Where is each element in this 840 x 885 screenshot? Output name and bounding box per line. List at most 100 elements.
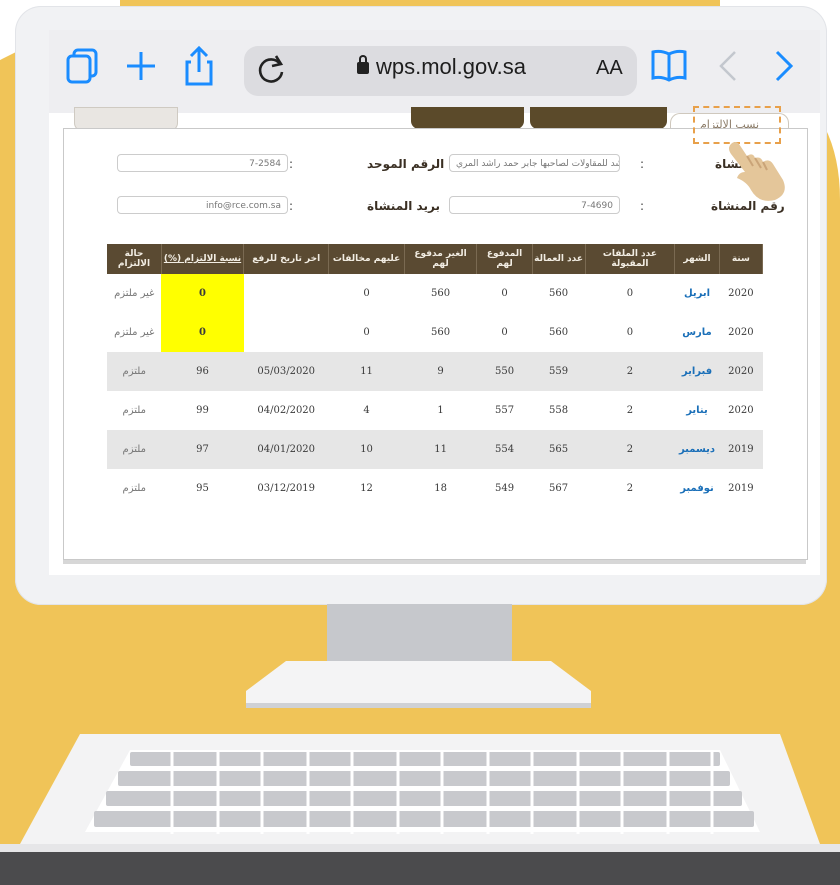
unified-number-field[interactable]: 7-2584 [117,154,288,172]
col-violations: عليهم مخالفات [328,244,405,274]
cell-ratio: 97 [161,430,244,469]
cell-files: 2 [585,352,675,391]
cell-files: 2 [585,391,675,430]
cell-month-link[interactable]: ديسمبر [674,430,720,469]
colon: : [640,199,645,213]
table-row: 2019 ديسمبر 2 565 554 11 10 04/01/2020 9… [107,430,763,469]
cell-violations: 12 [328,469,405,508]
col-accepted-files: عدد الملفات المقبولة [585,244,676,274]
cell-paid: 554 [476,430,533,469]
email-label: بريد المنشاة [367,199,440,213]
establishment-number-field[interactable]: 7-4690 [449,196,620,214]
compliance-table: سنة الشهر عدد الملفات المقبولة عدد العما… [107,244,764,508]
cell-last-upload: 04/02/2020 [243,391,329,430]
col-month: الشهر [674,244,720,274]
cell-month-link[interactable]: نوفمبر [674,469,720,508]
frame-bottom [63,560,806,564]
cell-status: غير ملتزم [107,313,162,352]
cell-unpaid: 18 [404,469,477,508]
monitor: wps.mol.gov.sa AA نسب الالتزام المنشاة : [15,6,827,605]
colon: : [640,157,645,171]
cell-ratio: 96 [161,352,244,391]
ratio-header-text[interactable]: نسبة الالتزام (%) [164,254,241,264]
cell-status: غير ملتزم [107,274,162,313]
cell-paid: 0 [476,274,533,313]
table-row: 2020 يناير 2 558 557 1 4 04/02/2020 99 م… [107,391,763,430]
cell-workers: 560 [532,313,586,352]
reload-icon[interactable] [252,50,292,90]
cell-month-link[interactable]: يناير [674,391,720,430]
cell-ratio: 0 [161,274,244,313]
cell-last-upload: 04/01/2020 [243,430,329,469]
tab-dark-2[interactable] [530,107,667,129]
table-row: 2019 نوفمبر 2 567 549 18 12 03/12/2019 9… [107,469,763,508]
cell-month-link[interactable]: ابريل [674,274,720,313]
table-row: 2020 فبراير 2 559 550 9 11 05/03/2020 96… [107,352,763,391]
cell-unpaid: 11 [404,430,477,469]
cell-month-link[interactable]: فبراير [674,352,720,391]
cell-violations: 0 [328,274,405,313]
cell-year: 2019 [719,430,763,469]
cell-files: 2 [585,469,675,508]
cell-last-upload [243,313,329,352]
tab-dark-1[interactable] [411,107,524,129]
share-icon[interactable] [177,44,221,88]
cell-files: 2 [585,430,675,469]
cell-workers: 559 [532,352,586,391]
col-year: سنة [719,244,764,274]
text-size-button[interactable]: AA [596,57,623,80]
colon: : [289,157,294,171]
cell-paid: 550 [476,352,533,391]
forward-icon[interactable] [761,44,805,88]
browser-toolbar: wps.mol.gov.sa AA [49,30,820,113]
cell-ratio: 99 [161,391,244,430]
colon: : [289,199,294,213]
cell-workers: 558 [532,391,586,430]
cell-status: ملتزم [107,352,162,391]
cell-last-upload [243,274,329,313]
cell-violations: 11 [328,352,405,391]
cell-violations: 10 [328,430,405,469]
monitor-stand-base [246,661,591,708]
cell-workers: 560 [532,274,586,313]
cell-files: 0 [585,274,675,313]
laptop-keyboard [0,734,840,885]
cell-year: 2020 [719,391,763,430]
bookmarks-icon[interactable] [647,44,691,88]
col-last-upload: اخر تاريخ للرفع [243,244,330,274]
cell-ratio: 0 [161,313,244,352]
unified-number-label: الرقم الموحد [367,157,445,171]
cell-violations: 0 [328,313,405,352]
cell-workers: 567 [532,469,586,508]
cell-last-upload: 03/12/2019 [243,469,329,508]
cell-year: 2020 [719,313,763,352]
cell-unpaid: 560 [404,274,477,313]
cell-violations: 4 [328,391,405,430]
cell-workers: 565 [532,430,586,469]
cell-unpaid: 9 [404,352,477,391]
lock-icon [357,55,369,74]
col-compliance-status: حالة الالتزام [107,244,162,274]
establishment-field[interactable]: مؤسسة راشد للمقاولات لصاحبها جابر حمد را… [449,154,620,172]
email-field[interactable]: info@rce.com.sa [117,196,288,214]
cell-status: ملتزم [107,469,162,508]
cell-month-link[interactable]: مارس [674,313,720,352]
browser-screen: wps.mol.gov.sa AA نسب الالتزام المنشاة : [49,30,820,575]
url-text[interactable]: wps.mol.gov.sa [376,54,526,80]
back-icon[interactable] [707,44,751,88]
cell-last-upload: 05/03/2020 [243,352,329,391]
col-workers: عدد العمالة [532,244,586,274]
col-paid: المدفوع لهم [476,244,533,274]
pointing-hand-icon [717,138,789,210]
cell-status: ملتزم [107,430,162,469]
cell-paid: 0 [476,313,533,352]
monitor-stand-neck [327,604,512,664]
col-compliance-ratio[interactable]: نسبة الالتزام (%) [161,244,245,274]
cell-unpaid: 1 [404,391,477,430]
col-unpaid: الغير مدفوع لهم [404,244,478,274]
tabs-icon[interactable] [63,44,107,88]
cell-year: 2020 [719,352,763,391]
new-tab-icon[interactable] [119,44,163,88]
cell-paid: 549 [476,469,533,508]
address-bar[interactable]: wps.mol.gov.sa AA [244,46,637,96]
